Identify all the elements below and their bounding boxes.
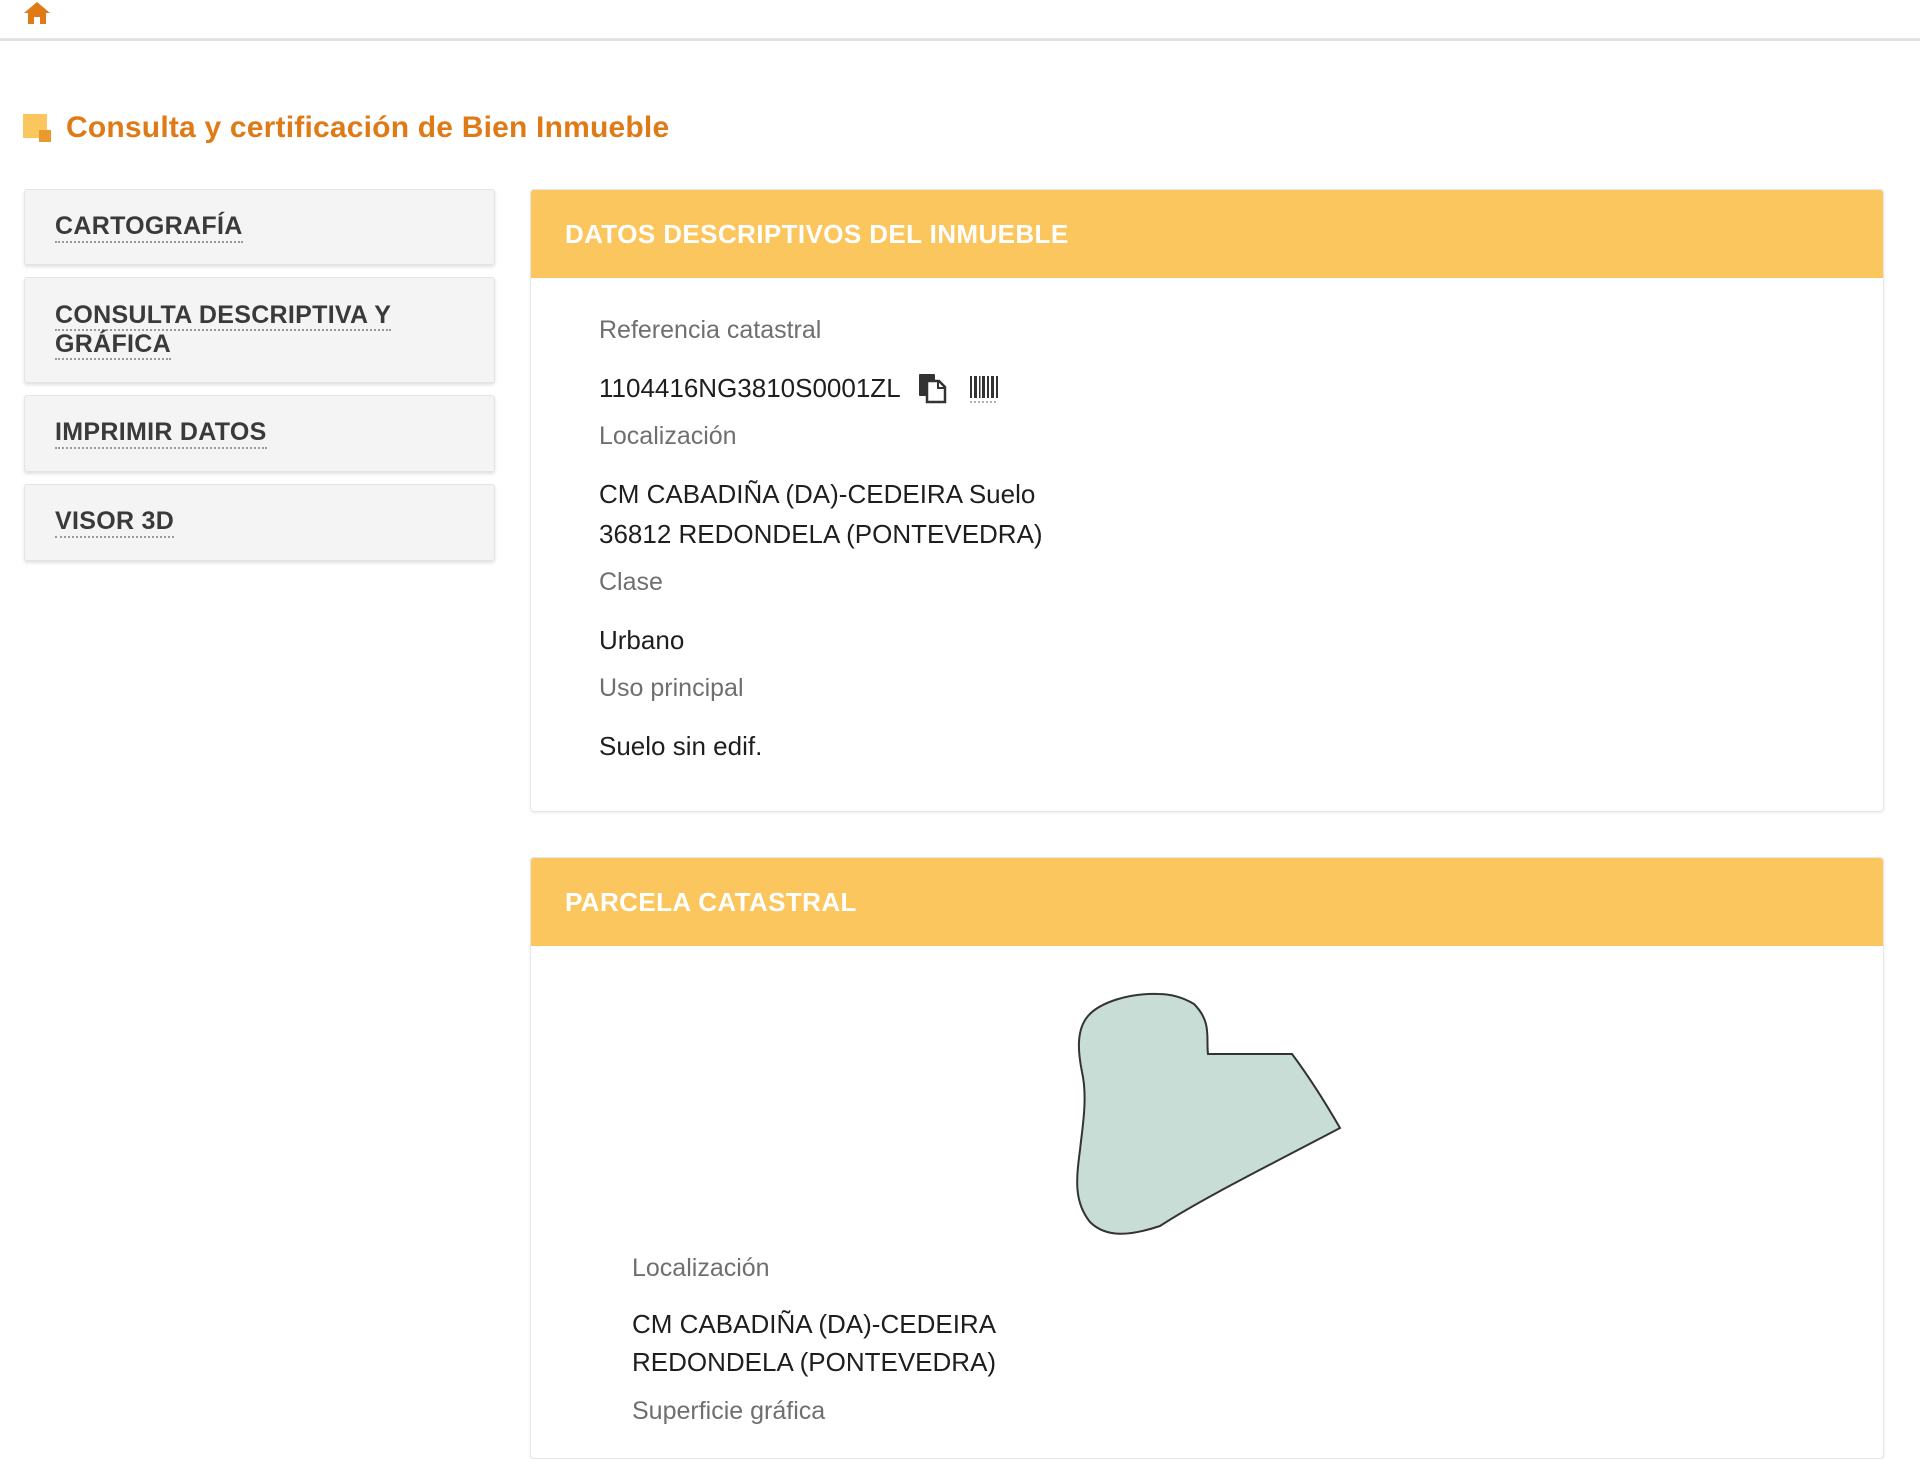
barcode-icon[interactable] (968, 372, 1000, 404)
page-header: Consulta y certificación de Bien Inmuebl… (22, 106, 669, 150)
datos-descriptivos-heading: DATOS DESCRIPTIVOS DEL INMUEBLE (565, 218, 1069, 249)
menu-item-label-line2[interactable]: GRÁFICA (55, 330, 171, 360)
localizacion-line1: CM CABADIÑA (DA)-CEDEIRA Suelo (599, 479, 1036, 509)
clase-label: Clase (599, 568, 663, 596)
parcela-catastral-header: PARCELA CATASTRAL (531, 858, 1883, 946)
menu-item-visor-3d[interactable]: VISOR 3D (24, 484, 495, 561)
parcela-localizacion-label: Localización (632, 1254, 770, 1282)
superficie-grafica-label: Superficie gráfica (632, 1397, 826, 1425)
uso-principal-label: Uso principal (599, 674, 744, 702)
parcela-localizacion-line2: REDONDELA (PONTEVEDRA) (632, 1347, 997, 1377)
page-title: Consulta y certificación de Bien Inmuebl… (66, 111, 670, 144)
parcela-localizacion-line1: CM CABADIÑA (DA)-CEDEIRA (632, 1309, 997, 1339)
top-bar (0, 0, 1920, 41)
menu-item-consulta-descriptiva[interactable]: CONSULTA DESCRIPTIVA Y GRÁFICA (24, 277, 495, 383)
menu-item-label[interactable]: CARTOGRAFÍA (55, 212, 243, 243)
uso-principal-value: Suelo sin edif. (599, 731, 763, 761)
menu-item-label[interactable]: VISOR 3D (55, 507, 175, 538)
menu-item-label[interactable]: CONSULTA DESCRIPTIVA Y GRÁFICA (55, 301, 392, 360)
menu-item-imprimir-datos[interactable]: IMPRIMIR DATOS (24, 395, 495, 472)
parcel-shape[interactable] (1070, 990, 1348, 1240)
localizacion-label: Localización (599, 422, 737, 450)
document-icon (23, 114, 51, 142)
ref-catastral-label: Referencia catastral (599, 316, 822, 344)
parcela-catastral-heading: PARCELA CATASTRAL (565, 886, 857, 917)
clase-value: Urbano (599, 625, 685, 655)
datos-descriptivos-header: DATOS DESCRIPTIVOS DEL INMUEBLE (531, 190, 1883, 278)
menu-item-label[interactable]: IMPRIMIR DATOS (55, 418, 267, 449)
ref-catastral-value: 1104416NG3810S0001ZL (599, 373, 901, 403)
side-menu: CARTOGRAFÍA CONSULTA DESCRIPTIVA Y GRÁFI… (24, 189, 495, 573)
localizacion-line2: 36812 REDONDELA (PONTEVEDRA) (599, 519, 1043, 549)
home-icon[interactable] (22, 0, 52, 26)
menu-item-cartografia[interactable]: CARTOGRAFÍA (24, 189, 495, 265)
copy-icon[interactable] (917, 372, 947, 404)
menu-item-label-line1[interactable]: CONSULTA DESCRIPTIVA Y (55, 301, 392, 331)
